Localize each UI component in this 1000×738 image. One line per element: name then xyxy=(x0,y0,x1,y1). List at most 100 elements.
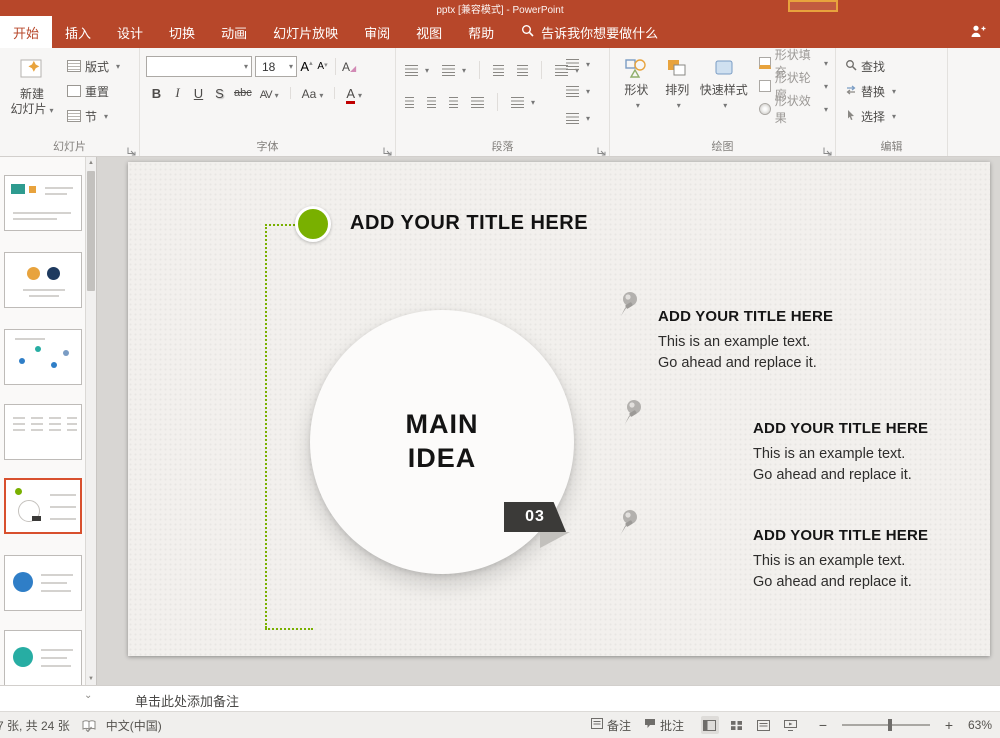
tab-design[interactable]: 设计 xyxy=(104,16,156,48)
notes-placeholder[interactable]: 单击此处添加备注 xyxy=(135,691,239,710)
tab-help[interactable]: 帮助 xyxy=(455,16,507,48)
clear-formatting-button[interactable]: A◢ xyxy=(342,60,356,74)
chevron-down-icon[interactable]: ⌄ xyxy=(84,690,92,701)
share-button[interactable] xyxy=(956,16,1000,48)
scroll-up-arrow-icon[interactable]: ▲ xyxy=(86,157,96,169)
item-2-body[interactable]: This is an example text. Go ahead and re… xyxy=(753,444,912,486)
zoom-slider[interactable] xyxy=(842,724,930,726)
italic-button[interactable]: I xyxy=(171,85,184,101)
pushpin-icon[interactable] xyxy=(616,508,642,536)
slide-thumbnail-4[interactable] xyxy=(4,404,82,460)
zoom-level[interactable]: 63% xyxy=(968,718,992,732)
slides-dialog-launcher[interactable] xyxy=(127,143,137,153)
font-size-combobox[interactable]: 18▾ xyxy=(255,56,297,77)
quick-styles-button[interactable]: 快速样式 ▾ xyxy=(698,53,750,137)
tab-home[interactable]: 开始 xyxy=(0,16,52,48)
zoom-in-button[interactable]: + xyxy=(943,717,955,733)
thumbnail-scrollbar[interactable]: ▲ ▼ xyxy=(85,157,96,685)
character-spacing-button[interactable]: AV▾ xyxy=(260,86,279,101)
item-1-title[interactable]: ADD YOUR TITLE HERE xyxy=(658,308,833,325)
slide-thumbnail-6[interactable] xyxy=(4,555,82,611)
bullets-button[interactable]: ▾ xyxy=(402,59,432,81)
replace-button[interactable]: 替换▾ xyxy=(842,80,943,102)
zoom-slider-thumb[interactable] xyxy=(888,719,892,731)
zoom-out-button[interactable]: − xyxy=(817,717,829,733)
slide-title-text[interactable]: ADD YOUR TITLE HERE xyxy=(350,212,588,235)
slide-thumbnail-2[interactable] xyxy=(4,252,82,308)
slide-thumbnail-7[interactable] xyxy=(4,630,82,686)
thumbnail-scrollbar-thumb[interactable] xyxy=(87,171,95,291)
justify-button[interactable] xyxy=(468,91,487,113)
paragraph-dialog-launcher[interactable] xyxy=(597,143,607,153)
increase-font-size-button[interactable]: A▴ xyxy=(300,59,313,74)
bold-button[interactable]: B xyxy=(150,86,163,101)
strikethrough-button[interactable]: abc xyxy=(234,87,252,99)
slideshow-view-button[interactable] xyxy=(782,716,800,734)
slide-canvas[interactable]: ADD YOUR TITLE HERE MAIN IDEA 03 ADD YOU… xyxy=(128,162,990,656)
underline-button[interactable]: U xyxy=(192,86,205,101)
arrange-button[interactable]: 排列 ▾ xyxy=(657,53,698,137)
ribbon-group-paragraph: ▾ ▾ ▾ ▾ ▾ ▾ ▾ 段落 xyxy=(396,48,610,156)
convert-to-smartart-button[interactable]: ▾ xyxy=(563,107,593,129)
scroll-down-arrow-icon[interactable]: ▼ xyxy=(86,673,96,685)
decrease-font-size-button[interactable]: A▾ xyxy=(316,61,329,72)
select-button[interactable]: 选择▾ xyxy=(842,105,943,127)
font-name-combobox[interactable]: ▾ xyxy=(146,56,252,77)
text-direction-button[interactable]: ▾ xyxy=(563,53,593,75)
item-1-body[interactable]: This is an example text. Go ahead and re… xyxy=(658,332,817,374)
layout-button[interactable]: 版式▾ xyxy=(64,55,123,77)
align-left-icon xyxy=(405,97,414,108)
font-dialog-launcher[interactable] xyxy=(383,143,393,153)
notes-toggle-button[interactable]: 备注 xyxy=(591,717,631,734)
new-slide-icon xyxy=(18,57,46,87)
reset-button[interactable]: 重置 xyxy=(64,80,123,102)
tab-review[interactable]: 审阅 xyxy=(351,16,403,48)
align-right-button[interactable] xyxy=(446,91,461,113)
notes-pane[interactable]: ⌄ 单击此处添加备注 xyxy=(0,685,1000,711)
normal-view-button[interactable] xyxy=(701,716,719,734)
slide-thumbnail-1[interactable] xyxy=(4,175,82,231)
align-left-button[interactable] xyxy=(402,91,417,113)
font-color-button[interactable]: A▾ xyxy=(346,86,362,101)
shapes-button[interactable]: 形状 ▾ xyxy=(616,53,657,137)
tab-view[interactable]: 视图 xyxy=(403,16,455,48)
tab-insert[interactable]: 插入 xyxy=(52,16,104,48)
align-center-button[interactable] xyxy=(424,91,439,113)
find-button[interactable]: 查找 xyxy=(842,55,943,77)
badge-fold-corner xyxy=(540,532,570,548)
slide-thumbnail-5-current[interactable] xyxy=(4,478,82,534)
tab-animations[interactable]: 动画 xyxy=(208,16,260,48)
decrease-indent-button[interactable] xyxy=(490,59,507,81)
green-bullet-circle[interactable] xyxy=(295,206,331,242)
item-3-body[interactable]: This is an example text. Go ahead and re… xyxy=(753,551,912,593)
tell-me-search[interactable]: 告诉我你想要做什么 xyxy=(507,16,672,48)
new-slide-button[interactable]: 新建 幻灯片▾ xyxy=(6,53,58,137)
section-button[interactable]: 节▾ xyxy=(64,105,123,127)
tab-slideshow[interactable]: 幻灯片放映 xyxy=(260,16,351,48)
slide-sorter-view-button[interactable] xyxy=(728,716,746,734)
window-title: pptx [兼容模式] - PowerPoint xyxy=(0,1,1000,16)
item-3-title[interactable]: ADD YOUR TITLE HERE xyxy=(753,527,928,544)
comments-toggle-button[interactable]: 批注 xyxy=(644,717,684,734)
align-text-button[interactable]: ▾ xyxy=(563,80,593,102)
numbering-button[interactable]: ▾ xyxy=(439,59,469,81)
increase-indent-button[interactable] xyxy=(514,59,531,81)
pushpin-icon[interactable] xyxy=(620,398,646,426)
quick-styles-icon xyxy=(712,57,736,83)
drawing-dialog-launcher[interactable] xyxy=(823,143,833,153)
pushpin-icon[interactable] xyxy=(616,290,642,318)
titlebar-highlighted-button[interactable] xyxy=(788,0,838,12)
numbering-icon xyxy=(442,65,455,76)
ribbon-tab-bar: 开始 插入 设计 切换 动画 幻灯片放映 审阅 视图 帮助 告诉我你想要做什么 xyxy=(0,16,1000,48)
change-case-button[interactable]: Aa▾ xyxy=(302,86,324,101)
text-shadow-button[interactable]: S xyxy=(213,86,226,101)
language-indicator[interactable]: 中文(中国) xyxy=(106,717,162,734)
reading-view-button[interactable] xyxy=(755,716,773,734)
spellcheck-icon[interactable] xyxy=(82,719,96,732)
main-idea-circle[interactable]: MAIN IDEA xyxy=(310,310,574,574)
item-2-title[interactable]: ADD YOUR TITLE HERE xyxy=(753,420,928,437)
shape-effects-button[interactable]: 形状效果▾ xyxy=(756,99,831,119)
tab-transitions[interactable]: 切换 xyxy=(156,16,208,48)
columns-button[interactable]: ▾ xyxy=(508,91,538,113)
slide-thumbnail-3[interactable] xyxy=(4,329,82,385)
